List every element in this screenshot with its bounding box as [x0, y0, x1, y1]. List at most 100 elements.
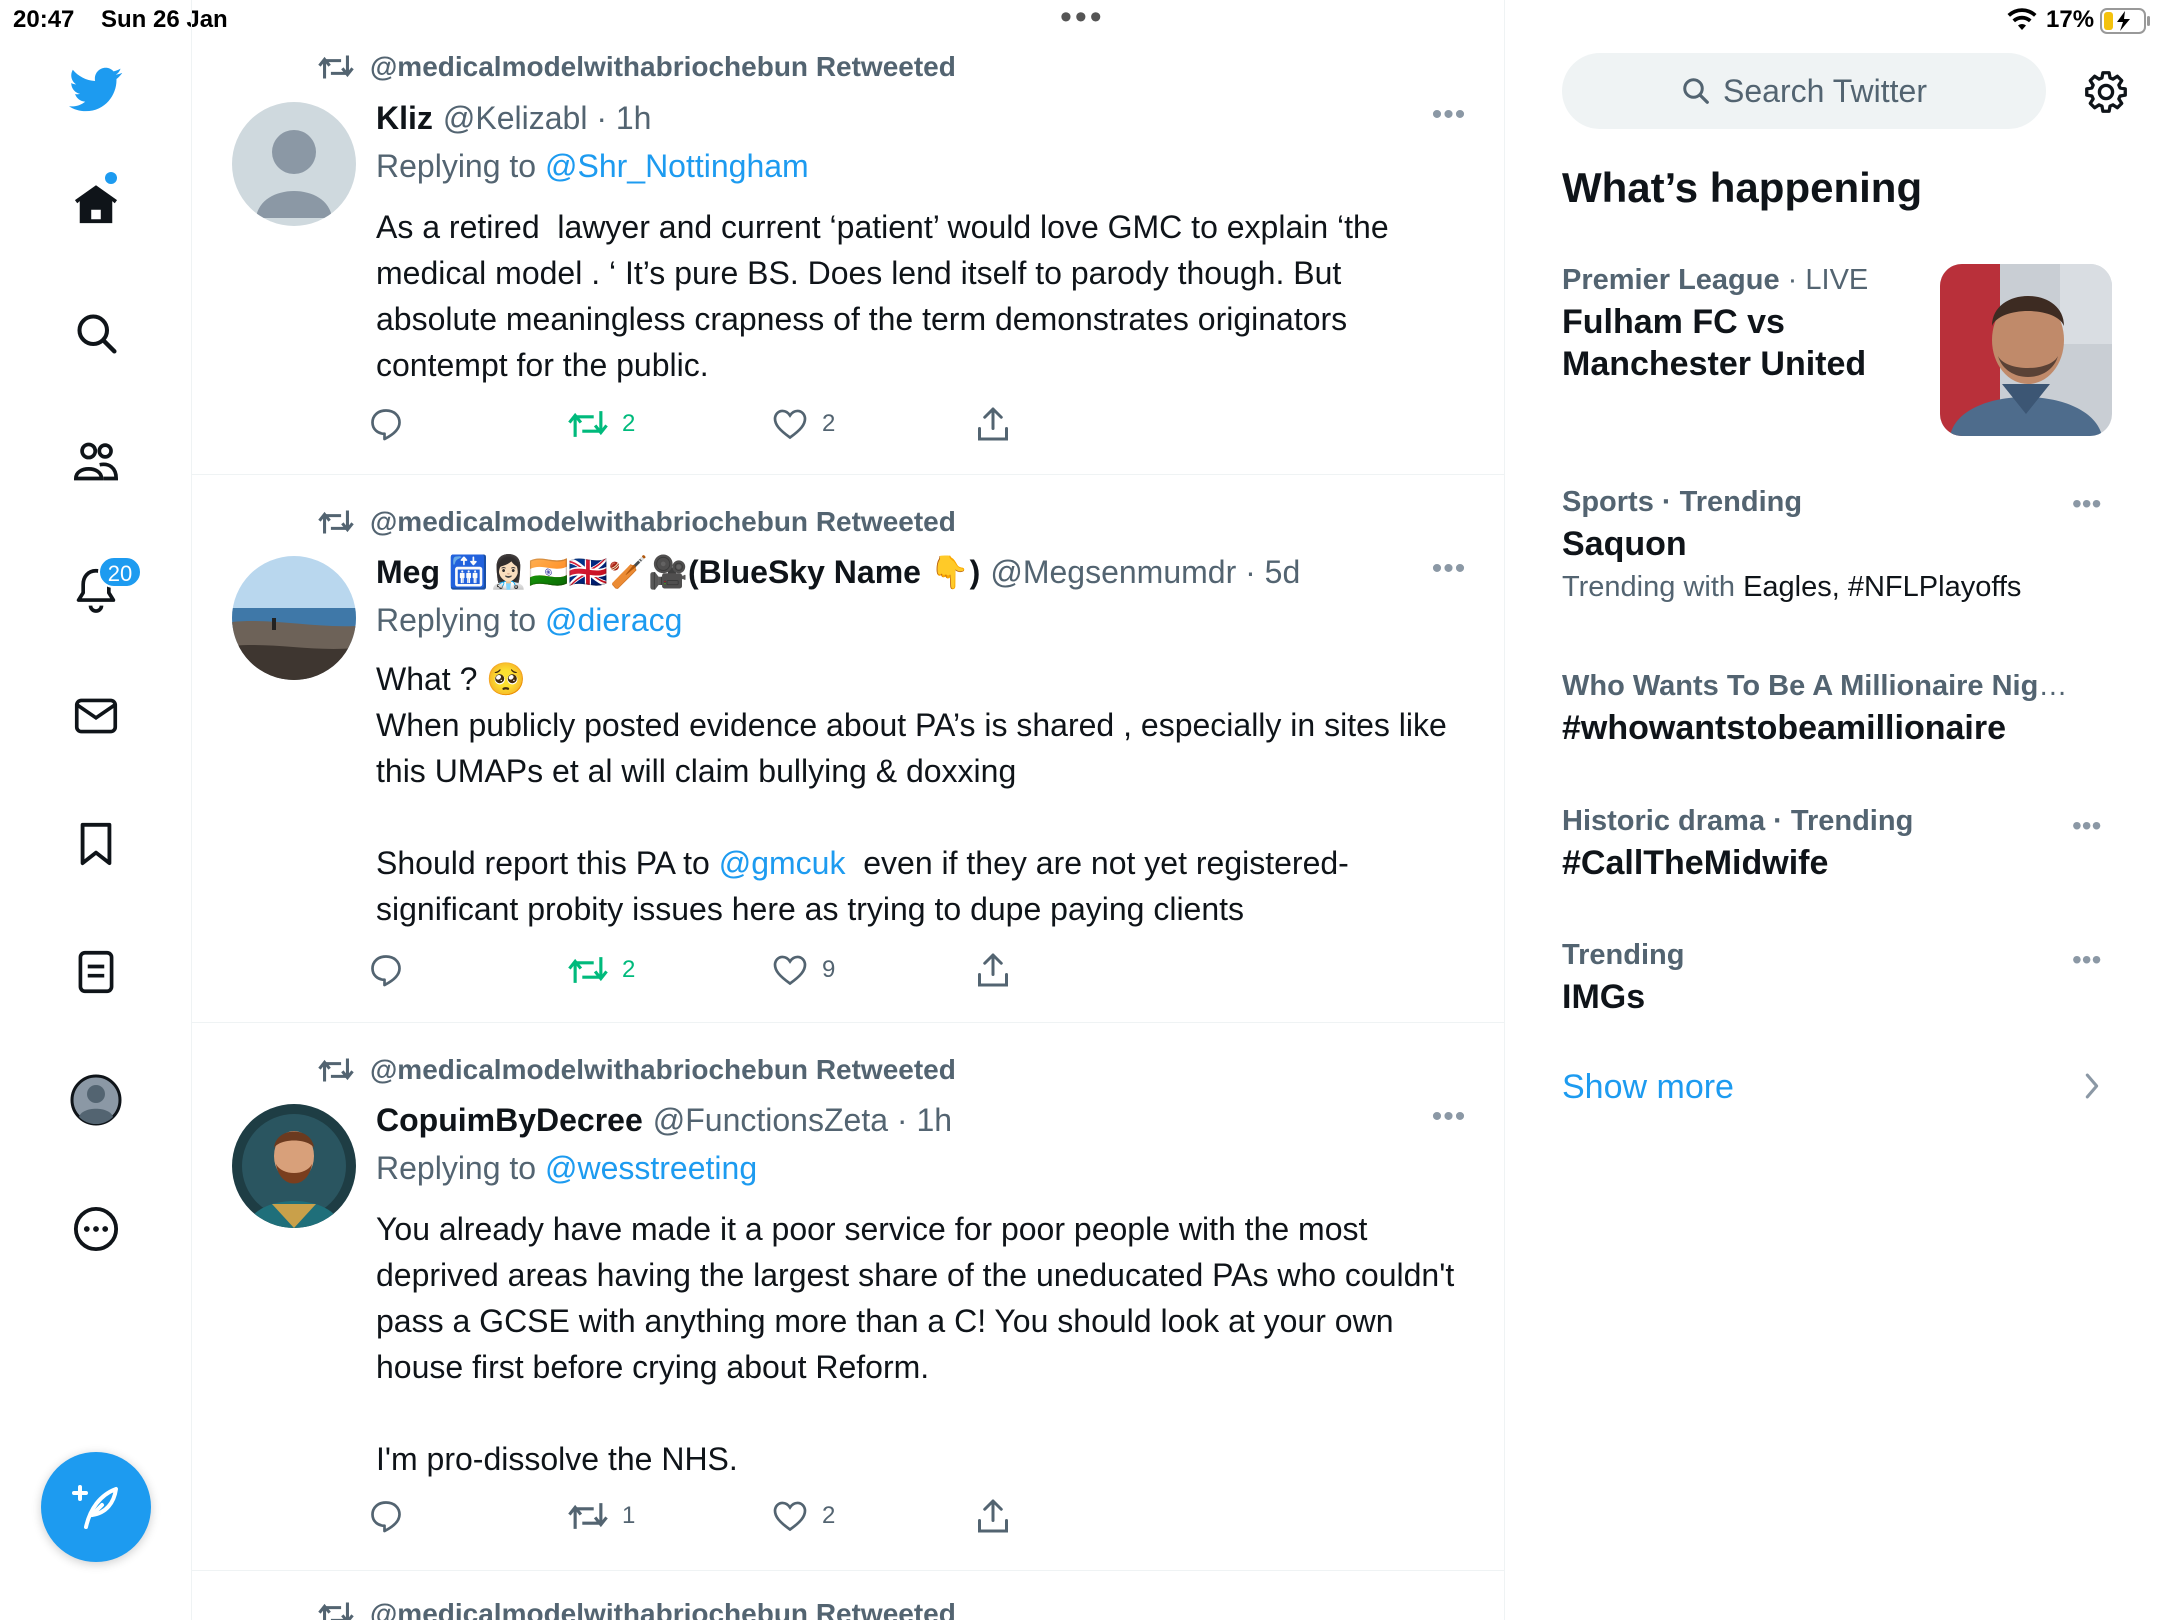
- search-icon: [1683, 78, 1709, 104]
- retweet-count: 2: [622, 956, 636, 983]
- retweet-button[interactable]: 2: [568, 948, 635, 992]
- explore-search-icon[interactable]: [66, 303, 126, 363]
- trend-topic: #CallTheMidwife: [1562, 844, 1829, 882]
- retweet-icon: [568, 411, 608, 437]
- tweet[interactable]: @medicalmodelwithabriochebun Retweeted: [192, 1572, 1504, 1620]
- tweet-actions: 1 2: [368, 1494, 1068, 1538]
- retweet-context: @medicalmodelwithabriochebun Retweeted: [318, 49, 956, 85]
- tweet-actions: 2 9: [368, 948, 1068, 992]
- tweet-body: As a retired lawyer and current ‘patient…: [376, 209, 1398, 383]
- tweet-header: CopuimByDecree @FunctionsZeta · 1h: [376, 1100, 952, 1140]
- trend-related: Trending with Eagles, #NFLPlayoffs: [1562, 571, 2022, 603]
- tweet[interactable]: @medicalmodelwithabriochebun Retweeted M…: [192, 476, 1504, 1023]
- tweet[interactable]: @medicalmodelwithabriochebun Retweeted C…: [192, 1024, 1504, 1571]
- handle-time[interactable]: @Kelizabl · 1h: [443, 100, 652, 137]
- share-icon: [978, 1499, 1008, 1533]
- retweet-label[interactable]: @medicalmodelwithabriochebun Retweeted: [370, 1598, 956, 1620]
- profile-avatar-icon[interactable]: [66, 1070, 126, 1130]
- display-name[interactable]: Meg 🛗👩🏻‍⚕️🇮🇳🇬🇧🏏🎥(BlueSky Name 👇): [376, 553, 980, 591]
- avatar[interactable]: [232, 102, 356, 226]
- twitter-bird-icon[interactable]: [66, 60, 126, 120]
- trend-topic: #whowantstobeamillionaire: [1562, 709, 2006, 747]
- search-placeholder[interactable]: Search Twitter: [1723, 73, 1927, 110]
- tweet-line-2: When publicly posted evidence about PA’s…: [376, 707, 1456, 789]
- lists-icon[interactable]: [66, 942, 126, 1002]
- reply-button[interactable]: [368, 1494, 418, 1538]
- chevron-right-icon[interactable]: [2084, 1072, 2100, 1105]
- trend-item[interactable]: Who Wants To Be A Millionaire Nigeri... …: [1562, 670, 2122, 749]
- trend-meta: Who Wants To Be A Millionaire Nigeri...: [1562, 670, 2082, 702]
- display-name[interactable]: Kliz: [376, 100, 433, 137]
- left-navigation: 20: [0, 0, 192, 1620]
- retweet-button[interactable]: 1: [568, 1494, 635, 1538]
- tweet-actions: 2 2: [368, 402, 1068, 446]
- trend-thumbnail[interactable]: [1940, 264, 2112, 436]
- retweet-label[interactable]: @medicalmodelwithabriochebun Retweeted: [370, 51, 956, 83]
- trend-meta: Historic drama · Trending: [1562, 805, 1914, 837]
- retweet-button[interactable]: 2: [568, 402, 635, 446]
- trend-more-icon[interactable]: •••: [2072, 944, 2101, 976]
- trend-item[interactable]: Sports · Trending Saquon Trending with E…: [1562, 486, 2122, 604]
- right-sidebar: Search Twitter What’s happening Premier …: [1506, 0, 2160, 1620]
- replying-to: Replying to @Shr_Nottingham: [376, 148, 809, 185]
- retweet-icon: [568, 1503, 608, 1529]
- trend-item[interactable]: Historic drama · Trending #CallTheMidwif…: [1562, 805, 2122, 884]
- like-count: 2: [822, 410, 836, 437]
- display-name[interactable]: CopuimByDecree: [376, 1102, 643, 1139]
- avatar[interactable]: [232, 556, 356, 680]
- replying-mention[interactable]: @dieracg: [545, 602, 682, 638]
- home-new-dot: [105, 172, 117, 184]
- like-button[interactable]: 2: [772, 402, 835, 446]
- replying-mention[interactable]: @wesstreeting: [545, 1150, 757, 1186]
- replying-to: Replying to @dieracg: [376, 602, 682, 639]
- retweet-context: @medicalmodelwithabriochebun Retweeted: [318, 504, 956, 540]
- replying-mention[interactable]: @Shr_Nottingham: [545, 148, 809, 184]
- tweet[interactable]: @medicalmodelwithabriochebun Retweeted K…: [192, 0, 1504, 475]
- communities-icon[interactable]: [66, 432, 126, 492]
- trend-more-icon[interactable]: •••: [2072, 488, 2101, 520]
- more-options-icon[interactable]: [66, 1199, 126, 1259]
- mention-link[interactable]: @gmcuk: [719, 845, 846, 881]
- share-icon: [978, 953, 1008, 987]
- retweet-icon: [568, 957, 608, 983]
- home-icon[interactable]: [66, 174, 126, 234]
- tweet-more-icon[interactable]: •••: [1427, 1102, 1471, 1136]
- search-box[interactable]: Search Twitter: [1562, 53, 2046, 129]
- share-button[interactable]: [976, 948, 1010, 992]
- tweet-line-2: I'm pro-dissolve the NHS.: [376, 1441, 738, 1477]
- trend-more-icon[interactable]: •••: [2072, 810, 2101, 842]
- retweet-label[interactable]: @medicalmodelwithabriochebun Retweeted: [370, 1054, 956, 1086]
- whats-happening-heading: What’s happening: [1562, 164, 1923, 211]
- retweet-small-icon: [318, 510, 354, 534]
- tweet-more-icon[interactable]: •••: [1427, 554, 1471, 588]
- bookmarks-icon[interactable]: [66, 814, 126, 874]
- replying-label: Replying to: [376, 148, 537, 184]
- heart-icon: [773, 1501, 807, 1532]
- retweet-context: @medicalmodelwithabriochebun Retweeted: [318, 1596, 956, 1620]
- like-button[interactable]: 2: [772, 1494, 835, 1538]
- handle-time[interactable]: @FunctionsZeta · 1h: [653, 1102, 952, 1139]
- show-more-link[interactable]: Show more: [1562, 1068, 1734, 1107]
- notifications-badge: 20: [98, 556, 142, 588]
- retweet-count: 2: [622, 410, 636, 437]
- trend-item[interactable]: Trending IMGs: [1562, 939, 2122, 1018]
- share-button[interactable]: [976, 402, 1010, 446]
- retweet-small-icon: [318, 55, 354, 79]
- share-button[interactable]: [976, 1494, 1010, 1538]
- tweet-header: Kliz @Kelizabl · 1h: [376, 98, 651, 138]
- settings-gear-icon[interactable]: [2076, 62, 2136, 122]
- messages-mail-icon[interactable]: [66, 686, 126, 746]
- like-button[interactable]: 9: [772, 948, 835, 992]
- retweet-count: 1: [622, 1502, 636, 1529]
- tweet-text: As a retired lawyer and current ‘patient…: [376, 204, 1456, 388]
- compose-tweet-button[interactable]: [41, 1452, 151, 1562]
- tweet-line-3: Should report this PA to @gmcuk even if …: [376, 845, 1358, 927]
- reply-button[interactable]: [368, 948, 418, 992]
- heart-icon: [773, 955, 807, 986]
- retweet-label[interactable]: @medicalmodelwithabriochebun Retweeted: [370, 506, 956, 538]
- tweet-text: You already have made it a poor service …: [376, 1206, 1456, 1482]
- tweet-more-icon[interactable]: •••: [1427, 100, 1471, 134]
- reply-button[interactable]: [368, 402, 418, 446]
- handle-time[interactable]: @Megsenmumdr · 5d: [990, 554, 1300, 591]
- avatar[interactable]: [232, 1104, 356, 1228]
